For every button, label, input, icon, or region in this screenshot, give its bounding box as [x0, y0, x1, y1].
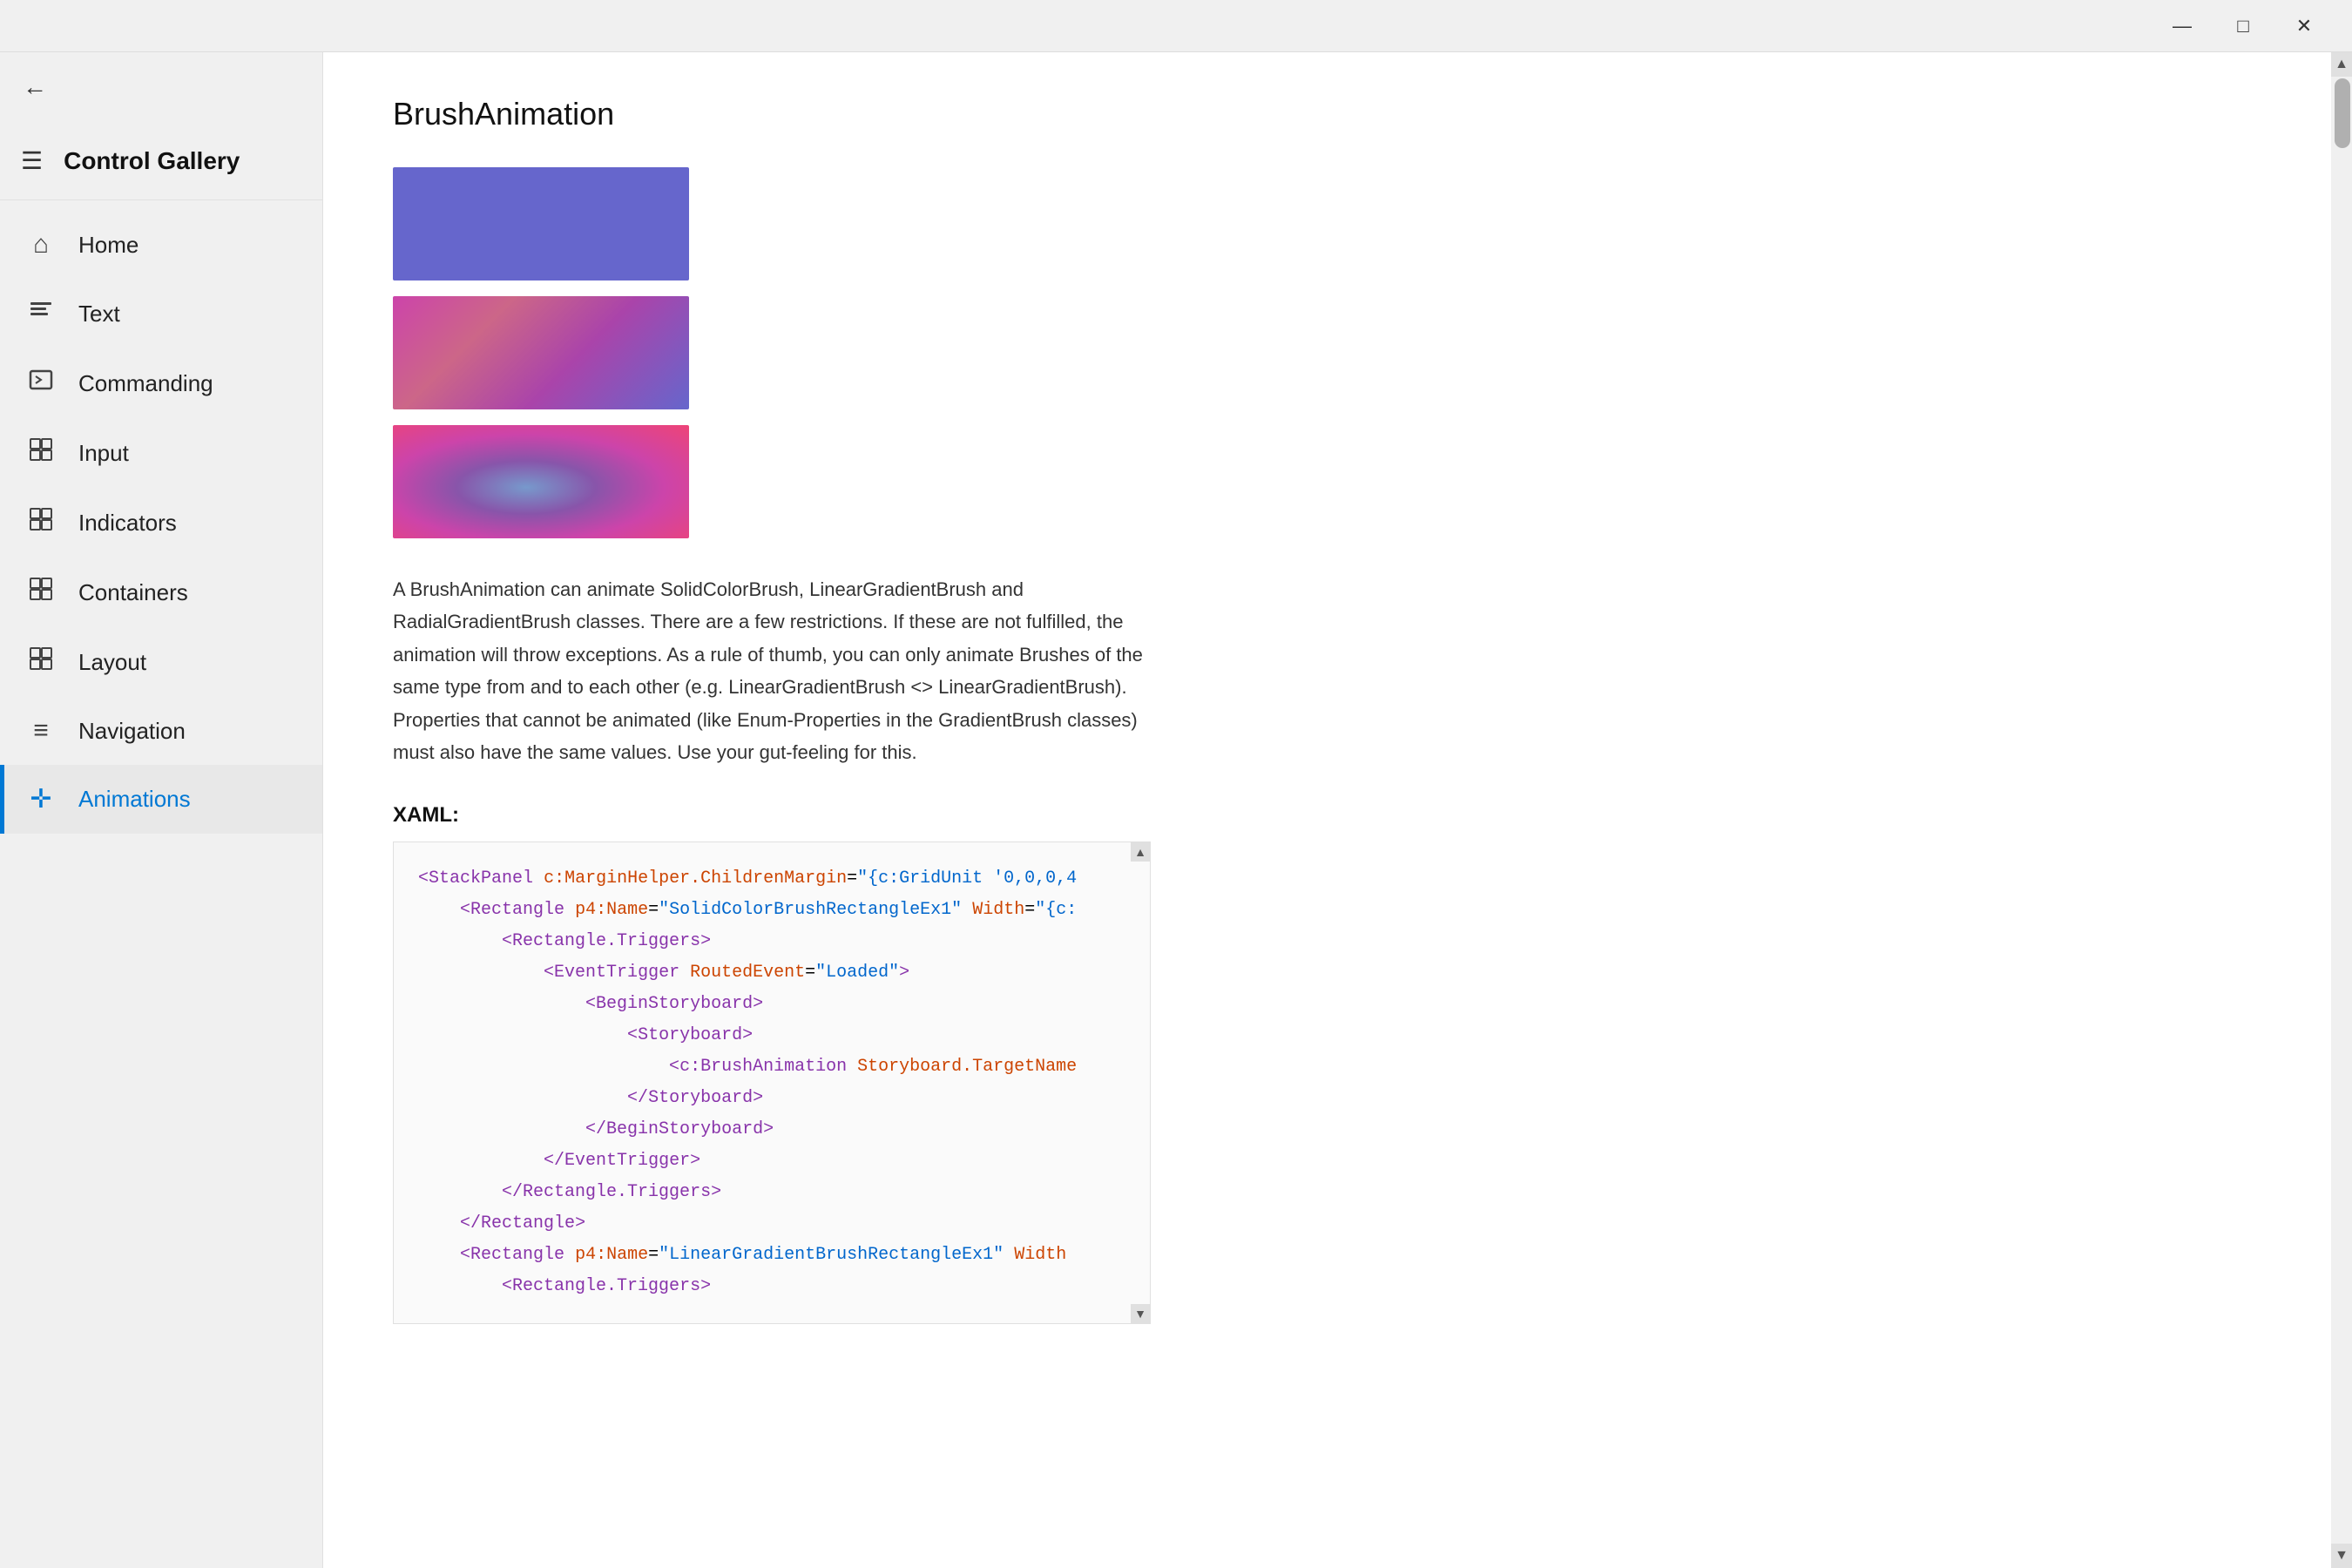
content-area[interactable]: BrushAnimation A BrushAnimation can anim…: [322, 52, 2352, 1568]
sidebar-item-animations[interactable]: ✛ Animations: [0, 765, 322, 834]
navigation-icon: ≡: [24, 716, 57, 746]
solid-color-brush-demo: [393, 167, 689, 280]
xaml-label: XAML:: [393, 803, 2282, 828]
radial-gradient-brush-demo: [393, 425, 689, 538]
sidebar-item-label-indicators: Indicators: [78, 510, 177, 537]
code-line-7: <c:BrushAnimation Storyboard.TargetName: [418, 1051, 1125, 1083]
title-bar: — □ ✕: [0, 0, 2352, 52]
input-icon: [24, 437, 57, 469]
close-button[interactable]: ✕: [2274, 4, 2335, 48]
sidebar-item-input[interactable]: Input: [0, 418, 322, 488]
sidebar: ← ☰ Control Gallery ⌂ Home Text: [0, 52, 322, 1568]
code-line-10: </EventTrigger>: [418, 1146, 1125, 1177]
containers-icon: [24, 577, 57, 608]
code-line-3: <Rectangle.Triggers>: [418, 926, 1125, 957]
page-title: BrushAnimation: [393, 96, 2282, 132]
hamburger-icon[interactable]: ☰: [21, 146, 43, 175]
window-controls: — □ ✕: [2152, 4, 2335, 48]
sidebar-item-label-commanding: Commanding: [78, 370, 213, 397]
code-scroll-down-button[interactable]: ▼: [1131, 1304, 1150, 1323]
code-line-12: </Rectangle>: [418, 1208, 1125, 1240]
commanding-icon: [24, 368, 57, 399]
code-line-2: <Rectangle p4:Name="SolidColorBrushRecta…: [418, 895, 1125, 926]
sidebar-item-label-text: Text: [78, 301, 120, 328]
code-line-11: </Rectangle.Triggers>: [418, 1177, 1125, 1208]
demo-section: [393, 167, 2282, 538]
sidebar-item-navigation[interactable]: ≡ Navigation: [0, 697, 322, 765]
sidebar-item-commanding[interactable]: Commanding: [0, 348, 322, 418]
code-block: <StackPanel c:MarginHelper.ChildrenMargi…: [393, 841, 1151, 1324]
sidebar-item-indicators[interactable]: Indicators: [0, 488, 322, 558]
code-line-13: <Rectangle p4:Name="LinearGradientBrushR…: [418, 1240, 1125, 1271]
main-scrollbar-track: ▲ ▼: [2331, 52, 2352, 1568]
sidebar-item-label-animations: Animations: [78, 786, 191, 813]
sidebar-item-label-home: Home: [78, 232, 139, 259]
code-line-6: <Storyboard>: [418, 1020, 1125, 1051]
main-scroll-up-button[interactable]: ▲: [2331, 52, 2352, 77]
sidebar-item-home[interactable]: ⌂ Home: [0, 211, 322, 279]
sidebar-item-text[interactable]: Text: [0, 279, 322, 348]
back-button[interactable]: ←: [9, 61, 61, 113]
text-icon: [24, 298, 57, 329]
sidebar-item-label-layout: Layout: [78, 649, 146, 676]
code-line-14: <Rectangle.Triggers>: [418, 1271, 1125, 1302]
sidebar-header: ☰ Control Gallery: [0, 122, 322, 200]
app-body: ← ☰ Control Gallery ⌂ Home Text: [0, 52, 2352, 1568]
sidebar-item-layout[interactable]: Layout: [0, 627, 322, 697]
indicators-icon: [24, 507, 57, 538]
layout-icon: [24, 646, 57, 678]
code-line-5: <BeginStoryboard>: [418, 989, 1125, 1020]
code-scroll-up-button[interactable]: ▲: [1131, 842, 1150, 862]
sidebar-item-containers[interactable]: Containers: [0, 558, 322, 627]
code-line-9: </BeginStoryboard>: [418, 1114, 1125, 1146]
main-scrollbar-thumb[interactable]: [2335, 78, 2350, 148]
animations-icon: ✛: [24, 784, 57, 814]
code-line-8: </Storyboard>: [418, 1083, 1125, 1114]
linear-gradient-brush-demo: [393, 296, 689, 409]
maximize-button[interactable]: □: [2213, 4, 2274, 48]
sidebar-title: Control Gallery: [64, 147, 240, 175]
description-text: A BrushAnimation can animate SolidColorB…: [393, 573, 1151, 768]
sidebar-item-label-containers: Containers: [78, 579, 188, 606]
code-line-1: <StackPanel c:MarginHelper.ChildrenMargi…: [418, 863, 1125, 895]
minimize-button[interactable]: —: [2152, 4, 2213, 48]
sidebar-item-label-navigation: Navigation: [78, 718, 186, 745]
code-line-4: <EventTrigger RoutedEvent="Loaded">: [418, 957, 1125, 989]
nav-list: ⌂ Home Text: [0, 200, 322, 1568]
sidebar-item-label-input: Input: [78, 440, 129, 467]
main-scroll-down-button[interactable]: ▼: [2331, 1544, 2352, 1568]
home-icon: ⌂: [24, 230, 57, 260]
xaml-section: XAML: <StackPanel c:MarginHelper.Childre…: [393, 803, 2282, 1324]
